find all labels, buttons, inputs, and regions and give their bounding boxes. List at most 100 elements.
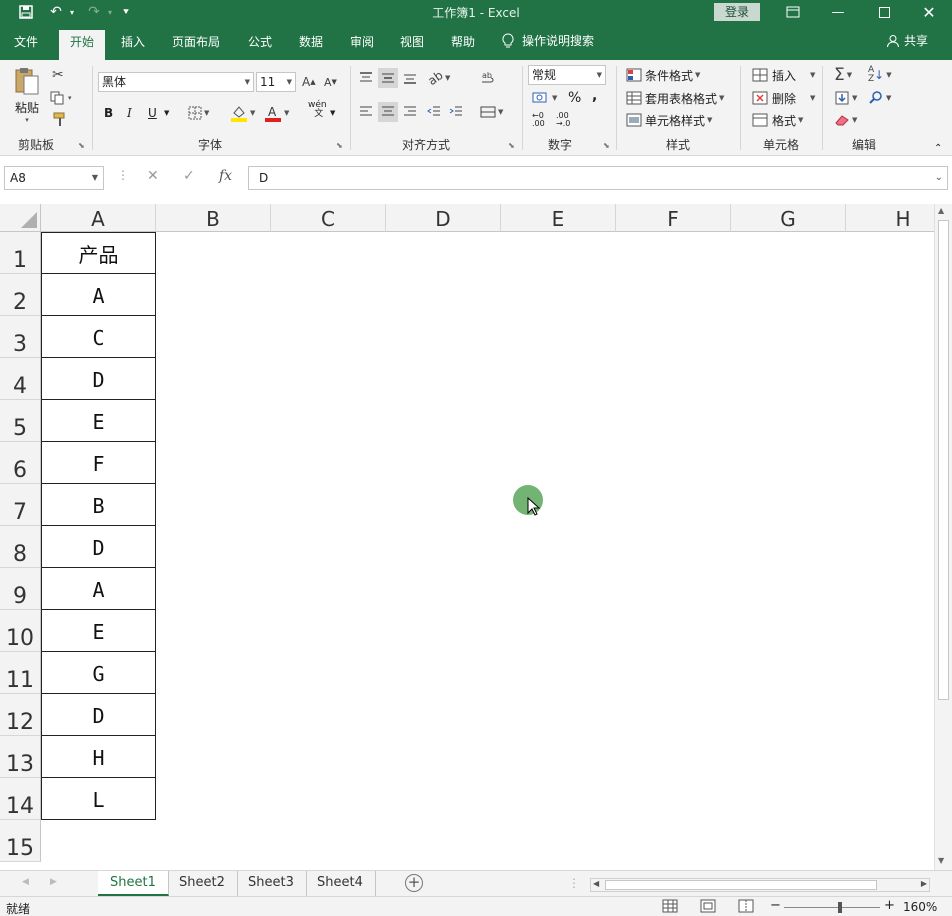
tab-review[interactable]: 审阅: [346, 31, 378, 53]
login-button[interactable]: 登录: [714, 3, 760, 21]
name-box[interactable]: A8 ▼: [4, 166, 104, 190]
fill-icon[interactable]: ▼: [834, 88, 857, 108]
row-header[interactable]: 4: [0, 358, 41, 400]
phonetic-dropdown-icon[interactable]: ▼: [330, 103, 335, 123]
borders-icon[interactable]: ▼: [188, 103, 209, 123]
scroll-down-icon[interactable]: ▼: [938, 856, 944, 865]
cell-a11[interactable]: G: [41, 652, 156, 694]
sort-filter-icon[interactable]: A Z ↓ ▼: [868, 65, 892, 85]
new-sheet-icon[interactable]: +: [405, 874, 423, 892]
insert-function-icon[interactable]: fx: [219, 168, 232, 184]
tab-file[interactable]: 文件: [10, 31, 42, 53]
select-all-corner[interactable]: [0, 204, 41, 232]
collapse-ribbon-icon[interactable]: ⌃: [934, 138, 942, 158]
row-header[interactable]: 5: [0, 400, 41, 442]
copy-icon[interactable]: ▾: [50, 88, 72, 108]
row-header[interactable]: 3: [0, 316, 41, 358]
customize-quick-access-icon[interactable]: ⯆: [116, 3, 136, 21]
align-left-icon[interactable]: [358, 102, 374, 122]
align-middle-icon[interactable]: [378, 68, 398, 88]
underline-button[interactable]: U: [148, 103, 157, 123]
font-launcher-icon[interactable]: ⬊: [336, 141, 343, 150]
row-header[interactable]: 11: [0, 652, 41, 694]
row-header[interactable]: 13: [0, 736, 41, 778]
clipboard-launcher-icon[interactable]: ⬊: [78, 141, 85, 150]
format-painter-icon[interactable]: [52, 110, 68, 130]
cell-a4[interactable]: D: [41, 358, 156, 400]
bold-button[interactable]: B: [104, 103, 113, 123]
zoom-level[interactable]: 160%: [903, 900, 937, 914]
tab-split-handle-icon[interactable]: ⋮: [568, 876, 580, 890]
minimize-icon[interactable]: —: [815, 0, 861, 24]
cell-a7[interactable]: B: [41, 484, 156, 526]
scroll-right-icon[interactable]: ▶: [921, 879, 927, 888]
font-color-icon[interactable]: A ▼: [264, 103, 289, 123]
italic-button[interactable]: I: [127, 103, 132, 123]
paste-button[interactable]: 粘贴 ▾: [10, 66, 44, 130]
row-header[interactable]: 1: [0, 232, 41, 274]
number-launcher-icon[interactable]: ⬊: [603, 141, 610, 150]
cut-icon[interactable]: ✂: [52, 65, 64, 85]
tab-insert[interactable]: 插入: [117, 31, 149, 53]
tell-me-search[interactable]: 操作说明搜索: [502, 32, 594, 49]
align-bottom-icon[interactable]: [402, 68, 418, 88]
clear-icon[interactable]: ▼: [834, 110, 857, 130]
decrease-decimal-icon[interactable]: .00 →.0: [556, 110, 570, 130]
cell-styles-button[interactable]: 单元格样式 ▼: [626, 110, 712, 130]
sheet-tab[interactable]: Sheet3: [236, 871, 307, 896]
tab-formulas[interactable]: 公式: [244, 31, 276, 53]
cancel-entry-icon[interactable]: ✕: [147, 168, 159, 184]
sheet-tab[interactable]: Sheet4: [305, 871, 376, 896]
vertical-scroll-thumb[interactable]: [938, 220, 949, 700]
close-icon[interactable]: ✕: [906, 0, 952, 24]
phonetic-guide-icon[interactable]: wén 文: [308, 100, 327, 120]
column-header[interactable]: D: [386, 204, 501, 232]
increase-font-icon[interactable]: A ▲: [302, 72, 316, 92]
save-icon[interactable]: [16, 3, 36, 21]
normal-view-icon[interactable]: [662, 899, 678, 916]
decrease-indent-icon[interactable]: [426, 102, 442, 122]
delete-cells-button[interactable]: 删除 ▼: [752, 88, 815, 108]
number-format-combo[interactable]: 常规 ▼: [528, 65, 606, 85]
row-header[interactable]: 12: [0, 694, 41, 736]
worksheet-grid[interactable]: A B C D E F G H 1 2 3 4 5 6 7 8 9 10 11 …: [0, 204, 952, 866]
horizontal-scrollbar[interactable]: ◀ ▶: [590, 878, 930, 892]
tab-data[interactable]: 数据: [295, 31, 327, 53]
autosum-icon[interactable]: Σ ▼: [834, 65, 852, 85]
scroll-up-icon[interactable]: ▲: [938, 206, 944, 215]
row-header[interactable]: 6: [0, 442, 41, 484]
row-header[interactable]: 2: [0, 274, 41, 316]
find-select-icon[interactable]: ▼: [868, 88, 891, 108]
row-header[interactable]: 14: [0, 778, 41, 820]
wrap-text-icon[interactable]: ab: [480, 68, 496, 88]
increase-decimal-icon[interactable]: ←0.00: [532, 110, 545, 130]
align-center-icon[interactable]: [378, 102, 398, 122]
cell-a14[interactable]: L: [41, 778, 156, 820]
accounting-format-icon[interactable]: ▼: [532, 88, 557, 108]
merge-center-icon[interactable]: ▼: [480, 102, 503, 122]
column-header[interactable]: F: [616, 204, 731, 232]
cell-a12[interactable]: D: [41, 694, 156, 736]
cell-a6[interactable]: F: [41, 442, 156, 484]
row-header[interactable]: 9: [0, 568, 41, 610]
column-header[interactable]: E: [501, 204, 616, 232]
tab-home[interactable]: 开始: [59, 30, 106, 60]
cell-a1[interactable]: 产品: [41, 232, 156, 274]
cell-a2[interactable]: A: [41, 274, 156, 316]
column-header[interactable]: B: [156, 204, 271, 232]
format-cells-button[interactable]: 格式 ▼: [752, 110, 803, 130]
formula-input[interactable]: D ⌄: [248, 166, 948, 190]
ribbon-display-options-icon[interactable]: [770, 0, 816, 24]
cell-a13[interactable]: H: [41, 736, 156, 778]
cell-a5[interactable]: E: [41, 400, 156, 442]
horizontal-scroll-thumb[interactable]: [605, 880, 877, 890]
zoom-slider-knob[interactable]: [838, 902, 842, 913]
scroll-tabs-right-icon[interactable]: ▶: [50, 877, 57, 887]
undo-dropdown-icon[interactable]: ▾: [62, 3, 82, 21]
maximize-icon[interactable]: [861, 0, 907, 24]
page-layout-view-icon[interactable]: [700, 899, 716, 916]
cell-a9[interactable]: A: [41, 568, 156, 610]
align-right-icon[interactable]: [402, 102, 418, 122]
orientation-icon[interactable]: ab ▼: [425, 68, 450, 88]
row-header[interactable]: 8: [0, 526, 41, 568]
